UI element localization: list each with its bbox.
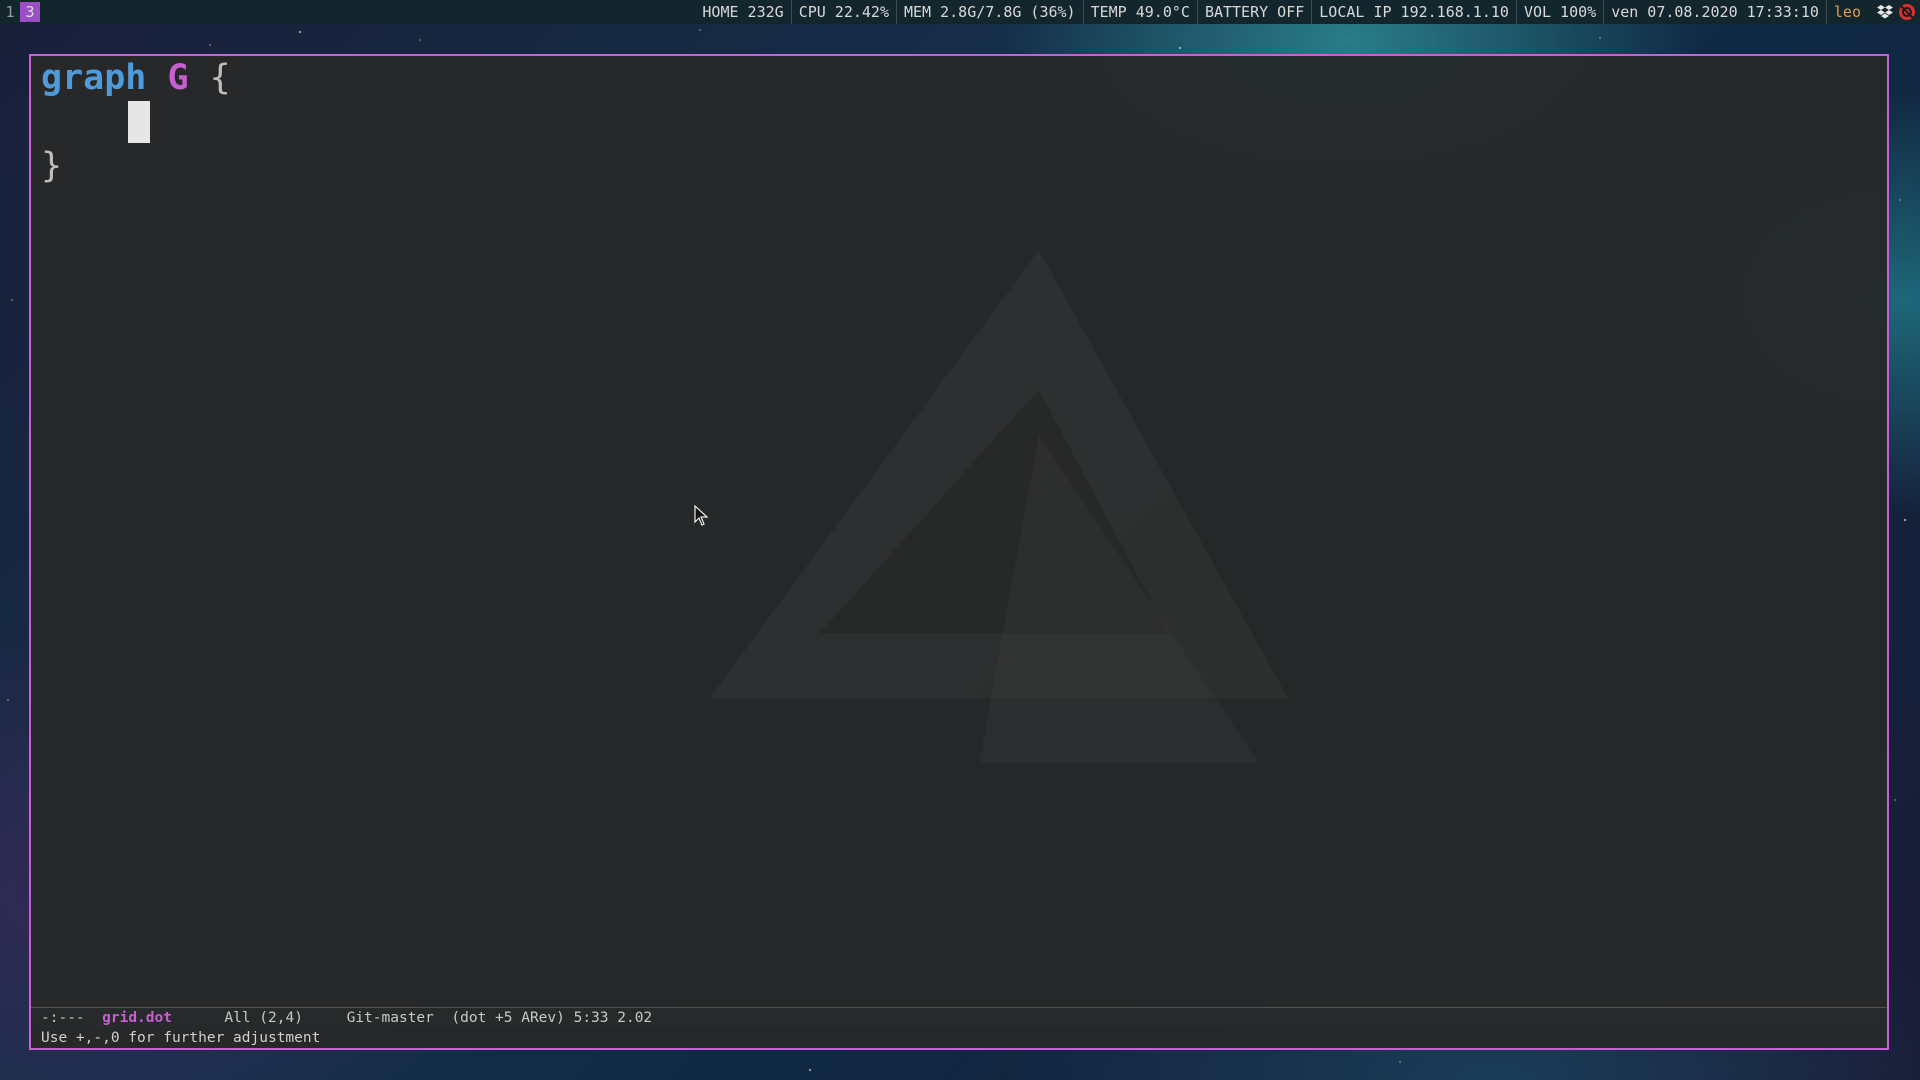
memory-status: MEM 2.8G/7.8G (36%) — [897, 0, 1084, 24]
text-cursor — [128, 101, 150, 143]
cpu-status: CPU 22.42% — [792, 0, 897, 24]
modeline-flags: -:--- — [41, 1010, 85, 1026]
local-ip-status: LOCAL IP 192.168.1.10 — [1312, 0, 1517, 24]
temperature-status: TEMP 49.0°C — [1084, 0, 1198, 24]
graph-identifier: G — [167, 58, 189, 98]
mouse-pointer-icon — [694, 505, 709, 526]
workspace-list: 1 3 — [0, 0, 40, 24]
dropbox-icon[interactable] — [1876, 3, 1894, 21]
battery-status: BATTERY OFF — [1198, 0, 1313, 24]
datetime-status: ven 07.08.2020 17:33:10 — [1604, 0, 1827, 24]
keyword-graph: graph — [41, 58, 147, 98]
status-bar: 1 3 HOME 232G CPU 22.42% MEM 2.8G/7.8G (… — [0, 0, 1920, 24]
code-line-3: } — [41, 144, 1877, 188]
volume-status[interactable]: VOL 100% — [1517, 0, 1605, 24]
workspace-1[interactable]: 1 — [0, 0, 20, 24]
modeline-vc[interactable]: Git-master — [347, 1010, 434, 1026]
minibuffer[interactable]: Use +,-,0 for further adjustment — [31, 1028, 1887, 1048]
editor-buffer[interactable]: graph G { } — [41, 56, 1877, 1006]
system-status: HOME 232G CPU 22.42% MEM 2.8G/7.8G (36%)… — [695, 0, 1868, 24]
modeline-position: All (2,4) — [224, 1010, 303, 1026]
modeline-buffer-name[interactable]: grid.dot — [102, 1010, 172, 1026]
home-disk-status: HOME 232G — [695, 0, 792, 24]
username: leo — [1833, 3, 1861, 21]
notification-icon[interactable] — [1898, 3, 1916, 21]
close-brace: } — [41, 146, 63, 186]
code-line-2 — [41, 100, 1877, 144]
system-tray — [1868, 3, 1920, 21]
modeline-modes[interactable]: (dot +5 ARev) 5:33 2.02 — [451, 1010, 652, 1026]
open-brace: { — [209, 58, 231, 98]
workspace-3[interactable]: 3 — [20, 2, 40, 22]
code-line-1: graph G { — [41, 56, 1877, 100]
mode-line: -:--- grid.dot All (2,4) Git-master (dot… — [31, 1007, 1887, 1028]
emacs-window[interactable]: graph G { } -:--- grid.dot All (2,4) Git… — [29, 54, 1889, 1050]
